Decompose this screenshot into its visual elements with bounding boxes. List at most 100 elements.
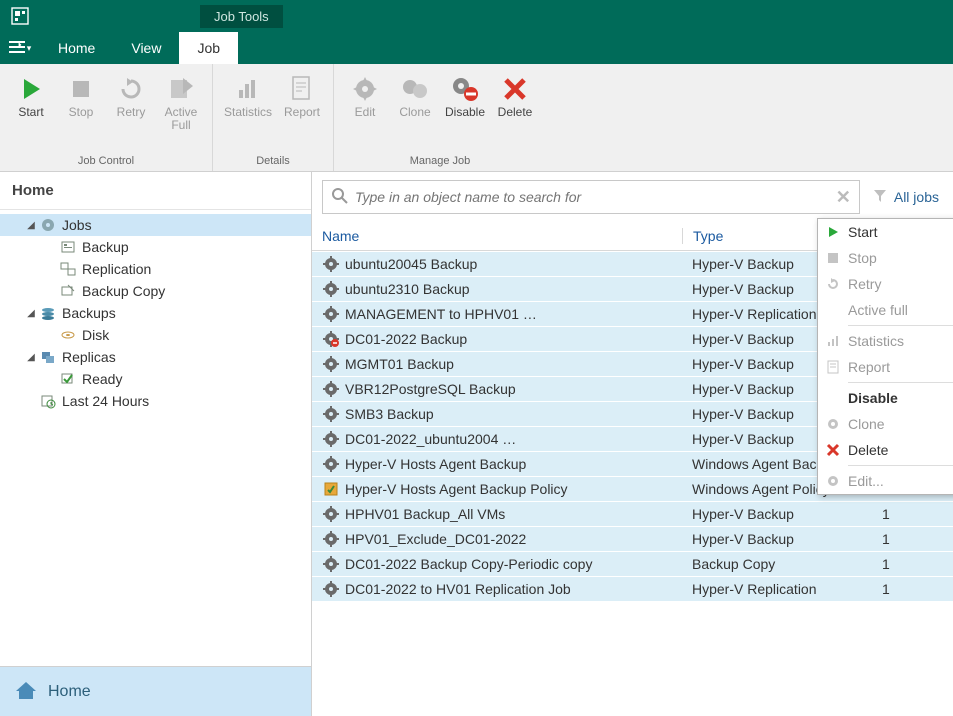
label: All jobs <box>894 189 939 205</box>
report-icon <box>818 360 848 374</box>
edit-button[interactable]: Edit <box>340 68 390 155</box>
disable-button[interactable]: Disable <box>440 68 490 155</box>
ribbon: Start Stop Retry ActiveFull Job Control … <box>0 64 953 172</box>
label: Statistics <box>848 333 904 349</box>
ctx-report[interactable]: Report <box>818 354 953 380</box>
label: Home <box>48 683 91 701</box>
clock-icon <box>38 393 58 409</box>
tree-node-jobs[interactable]: ◢ Jobs <box>0 214 311 236</box>
clone-button[interactable]: Clone <box>390 68 440 155</box>
retry-button[interactable]: Retry <box>106 68 156 155</box>
menu-view[interactable]: View <box>113 32 179 64</box>
job-name: ubuntu2310 Backup <box>345 281 470 297</box>
label: Report <box>284 106 320 119</box>
ctx-statistics[interactable]: Statistics <box>818 328 953 354</box>
filter-all-jobs[interactable]: All jobs <box>872 188 943 207</box>
tree-node-replicas[interactable]: ◢ Replicas <box>0 346 311 368</box>
label: Delete <box>498 106 533 119</box>
menu-job[interactable]: Job <box>179 32 238 64</box>
job-name: MGMT01 Backup <box>345 356 454 372</box>
label: ActiveFull <box>165 106 198 132</box>
label: Disk <box>78 327 109 343</box>
label: Start <box>18 106 43 119</box>
table-row[interactable]: HPHV01 Backup_All VMsHyper-V Backup1 <box>312 501 953 526</box>
nav-title: Home <box>0 172 311 210</box>
start-button[interactable]: Start <box>6 68 56 155</box>
tree-node-last24[interactable]: Last 24 Hours <box>0 390 311 412</box>
main-menu-button[interactable]: ▾ <box>0 32 40 64</box>
job-icon <box>322 355 340 373</box>
stop-button[interactable]: Stop <box>56 68 106 155</box>
label: Disable <box>445 106 485 119</box>
label: Disable <box>848 390 898 406</box>
label: Retry <box>117 106 146 119</box>
statistics-button[interactable]: Statistics <box>219 68 277 155</box>
disks-icon <box>38 305 58 321</box>
tree-node-backups[interactable]: ◢ Backups <box>0 302 311 324</box>
job-name: DC01-2022 Backup Copy-Periodic copy <box>345 556 592 572</box>
app-logo-icon <box>0 6 40 26</box>
delete-button[interactable]: Delete <box>490 68 540 155</box>
ribbon-group-manage-job: Edit Clone Disable Delete Manage Job <box>334 64 546 171</box>
label: Retry <box>848 276 881 292</box>
ctx-disable[interactable]: Disable <box>818 385 953 411</box>
replicas-icon <box>38 349 58 365</box>
ctx-retry[interactable]: Retry <box>818 271 953 297</box>
ctx-start[interactable]: Start <box>818 219 953 245</box>
label: Report <box>848 359 890 375</box>
label: Jobs <box>58 217 92 233</box>
ctx-active-full[interactable]: Active full <box>818 297 953 323</box>
table-row[interactable]: HPV01_Exclude_DC01-2022Hyper-V Backup1 <box>312 526 953 551</box>
label: Replicas <box>58 349 116 365</box>
label: Delete <box>848 442 888 458</box>
search-input[interactable] <box>355 189 836 205</box>
search-box[interactable]: ✕ <box>322 180 860 214</box>
header-name[interactable]: Name <box>312 228 682 244</box>
job-icon <box>322 530 340 548</box>
clear-icon[interactable]: ✕ <box>836 187 851 208</box>
job-name: VBR12PostgreSQL Backup <box>345 381 516 397</box>
delete-icon <box>818 443 848 457</box>
group-label: Details <box>256 155 290 169</box>
job-name: Hyper-V Hosts Agent Backup <box>345 456 526 472</box>
label: Stop <box>848 250 877 266</box>
ctx-delete[interactable]: Delete <box>818 437 953 463</box>
tree-node-disk[interactable]: Disk <box>0 324 311 346</box>
gear-icon <box>38 217 58 233</box>
home-icon <box>14 679 38 704</box>
ctx-edit[interactable]: Edit... <box>818 468 953 494</box>
navigation-tree: ◢ Jobs Backup Replication Backup Copy ◢ … <box>0 210 311 666</box>
ribbon-group-job-control: Start Stop Retry ActiveFull Job Control <box>0 64 213 171</box>
label: Stop <box>69 106 94 119</box>
collapse-icon[interactable]: ◢ <box>24 352 38 363</box>
table-row[interactable]: DC01-2022 Backup Copy-Periodic copyBacku… <box>312 551 953 576</box>
menu-home[interactable]: Home <box>40 32 113 64</box>
job-name: ubuntu20045 Backup <box>345 256 477 272</box>
tree-node-replication[interactable]: Replication <box>0 258 311 280</box>
collapse-icon[interactable]: ◢ <box>24 308 38 319</box>
tree-node-backup-copy[interactable]: Backup Copy <box>0 280 311 302</box>
table-row[interactable]: DC01-2022 to HV01 Replication JobHyper-V… <box>312 576 953 601</box>
chart-icon <box>818 334 848 348</box>
job-name: Hyper-V Hosts Agent Backup Policy <box>345 481 568 497</box>
job-icon <box>322 555 340 573</box>
tree-node-backup[interactable]: Backup <box>0 236 311 258</box>
ready-icon <box>58 371 78 387</box>
separator <box>848 382 953 383</box>
label: Active full <box>848 302 908 318</box>
gear-icon <box>818 417 848 431</box>
menu-bar: ▾ Home View Job <box>0 32 953 64</box>
ribbon-group-details: Statistics Report Details <box>213 64 334 171</box>
job-type: Hyper-V Backup <box>682 506 872 522</box>
separator <box>848 325 953 326</box>
collapse-icon[interactable]: ◢ <box>24 220 38 231</box>
job-name: DC01-2022 Backup <box>345 331 467 347</box>
active-full-button[interactable]: ActiveFull <box>156 68 206 155</box>
separator <box>848 465 953 466</box>
home-nav-button[interactable]: Home <box>0 666 311 716</box>
ctx-clone[interactable]: Clone <box>818 411 953 437</box>
tree-node-ready[interactable]: Ready <box>0 368 311 390</box>
ctx-stop[interactable]: Stop <box>818 245 953 271</box>
title-bar: Job Tools <box>0 0 953 32</box>
report-button[interactable]: Report <box>277 68 327 155</box>
